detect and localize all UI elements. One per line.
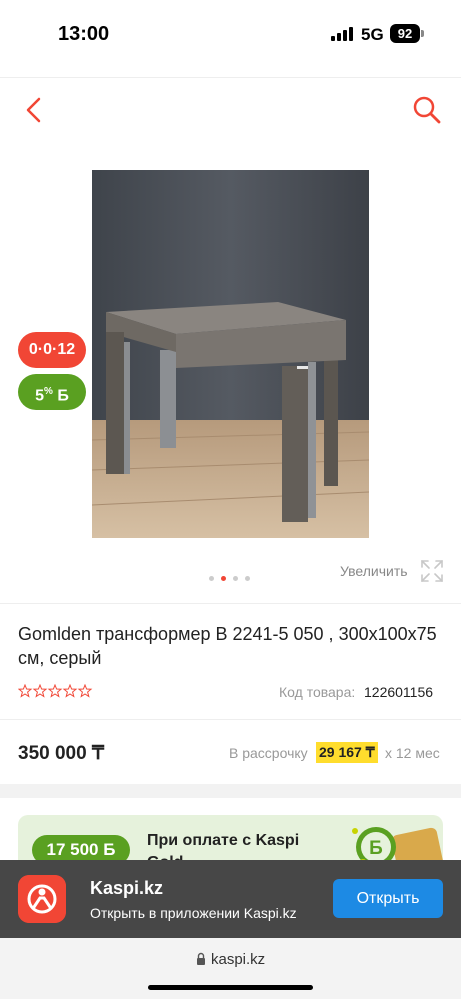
product-image[interactable]	[92, 170, 369, 538]
page-header	[0, 78, 461, 142]
open-app-button[interactable]: Открыть	[333, 879, 443, 918]
bonus-badge-currency: Б	[57, 387, 69, 405]
bonus-badge-value: 5	[35, 387, 45, 405]
rating-stars[interactable]	[18, 684, 94, 698]
installment-suffix: x 12 мес	[385, 745, 440, 761]
carousel-dot[interactable]	[233, 576, 238, 581]
product-price: 350 000 ₸	[18, 743, 105, 764]
svg-text:Б: Б	[369, 838, 383, 859]
home-indicator[interactable]	[148, 985, 313, 990]
search-icon[interactable]	[412, 95, 442, 125]
installment-badge: 0·0·12	[18, 332, 86, 368]
expand-icon[interactable]	[420, 559, 444, 583]
status-bar: 13:00 5G 92	[0, 0, 461, 70]
status-time: 13:00	[58, 23, 110, 45]
network-type: 5G	[361, 25, 384, 44]
zoom-link[interactable]: Увеличить	[340, 563, 408, 579]
carousel-dot[interactable]	[245, 576, 250, 581]
installment-amount: 29 167 ₸	[316, 742, 378, 763]
battery-icon: 92	[390, 24, 420, 43]
app-subtitle: Открыть в приложении Kaspi.kz	[90, 905, 297, 921]
battery-tip	[421, 30, 424, 37]
app-name: Kaspi.kz	[90, 878, 164, 898]
lock-icon	[197, 952, 205, 965]
product-title: Gomlden трансформер В 2241-5 050 , 300x1…	[18, 624, 437, 668]
carousel-dot[interactable]	[209, 576, 214, 581]
divider	[0, 603, 461, 604]
chevron-left-icon[interactable]	[22, 94, 46, 126]
installment-prefix: В рассрочку	[229, 745, 308, 761]
url-text[interactable]: kaspi.kz	[211, 951, 265, 968]
carousel-dot-active[interactable]	[221, 576, 226, 581]
product-code-label: Код товара:	[279, 684, 356, 700]
section-separator	[0, 784, 461, 798]
signal-icon	[331, 27, 355, 41]
app-install-banner: Kaspi.kz Открыть в приложении Kaspi.kz О…	[0, 860, 461, 938]
divider	[0, 719, 461, 720]
bonus-badge-sup: %	[44, 386, 53, 397]
kaspi-logo-icon	[18, 875, 66, 923]
bonus-badge: 5% Б	[18, 374, 86, 410]
product-code-value: 122601156	[364, 684, 434, 700]
